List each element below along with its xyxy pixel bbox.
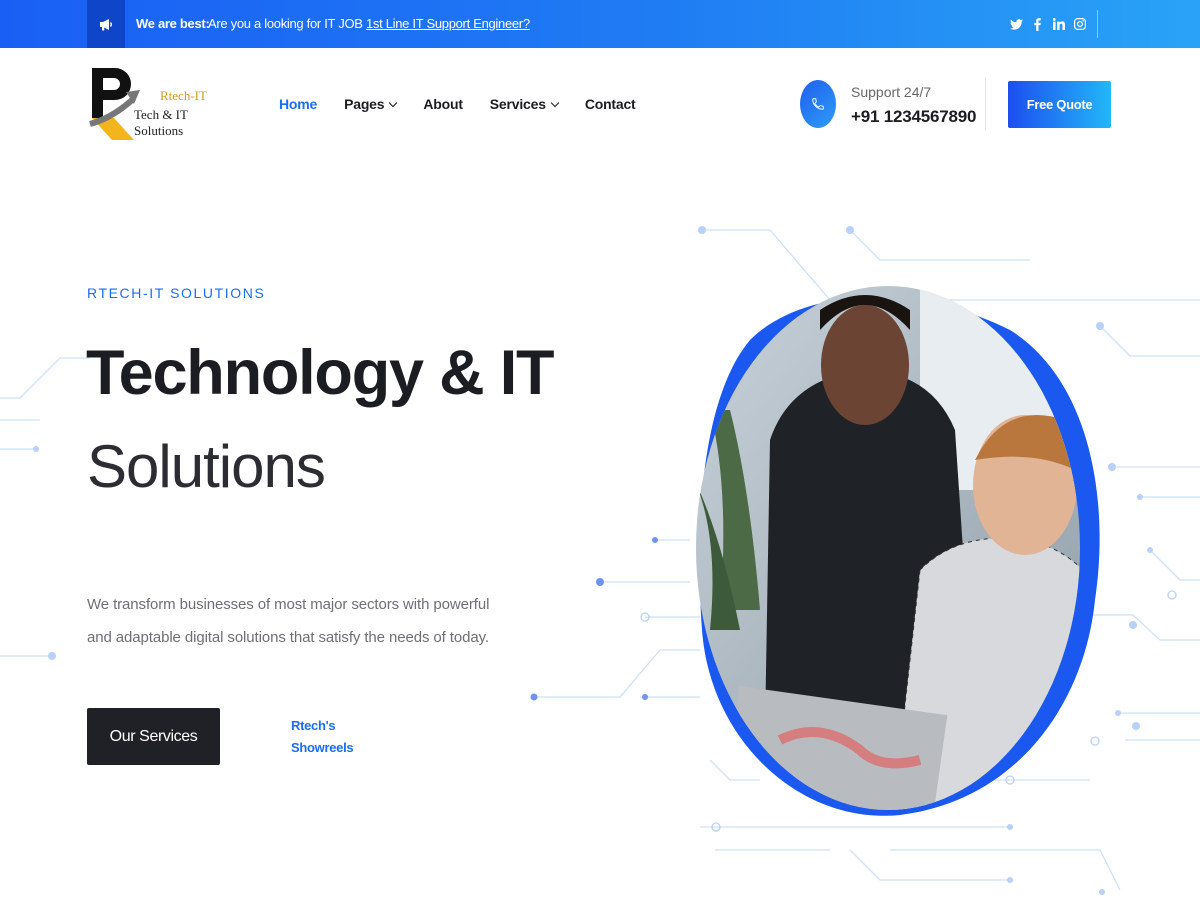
main-nav: Home Pages About Services Contact (279, 96, 663, 112)
nav-contact-label: Contact (584, 96, 636, 112)
job-link[interactable]: 1st Line IT Support Engineer? (366, 16, 530, 31)
header-divider (985, 78, 986, 130)
site-logo[interactable]: Rtech-IT Tech & IT Solutions (88, 66, 238, 142)
support-phone[interactable]: +91 1234567890 (851, 107, 977, 127)
nav-services-label: Services (489, 96, 546, 112)
hero-image (696, 286, 1100, 816)
phone-icon[interactable] (800, 80, 836, 128)
hero-eyebrow: RTECH-IT SOLUTIONS (87, 285, 266, 301)
chevron-down-icon (389, 98, 398, 107)
announcement-label: We are best: (136, 16, 210, 31)
megaphone-icon (87, 0, 125, 48)
announcement-message: Are you a looking for IT JOB 1st Line IT… (208, 16, 530, 31)
twitter-icon[interactable] (1006, 14, 1027, 34)
facebook-icon[interactable] (1027, 14, 1048, 34)
linkedin-icon[interactable] (1048, 14, 1069, 34)
nav-home-label: Home (279, 96, 318, 112)
our-services-button[interactable]: Our Services (87, 708, 220, 765)
nav-contact[interactable]: Contact (585, 96, 636, 112)
nav-home[interactable]: Home (279, 96, 317, 112)
logo-tagline: Tech & IT Solutions (134, 107, 188, 138)
announcement-bar: We are best: Are you a looking for IT JO… (0, 0, 1200, 48)
hero-title-line1: Technology & IT (86, 338, 555, 408)
instagram-icon[interactable] (1069, 14, 1090, 34)
logo-brand: Rtech-IT (160, 88, 207, 103)
social-links (1006, 14, 1090, 34)
nav-pages-label: Pages (344, 96, 385, 112)
free-quote-button[interactable]: Free Quote (1008, 81, 1111, 128)
chevron-down-icon (550, 98, 560, 107)
topbar-divider (1097, 10, 1098, 38)
nav-services[interactable]: Services (489, 96, 560, 112)
nav-about-label: About (423, 96, 463, 112)
hero-description: We transform businesses of most major se… (87, 596, 490, 646)
support-label: Support 24/7 (851, 84, 932, 100)
nav-pages[interactable]: Pages (344, 96, 398, 112)
hero-title-line2: Solutions (87, 433, 326, 500)
showreels-link[interactable]: Rtech's Showreels (291, 715, 381, 759)
announcement-text: Are you a looking for IT JOB (208, 16, 366, 31)
nav-about[interactable]: About (423, 96, 463, 112)
